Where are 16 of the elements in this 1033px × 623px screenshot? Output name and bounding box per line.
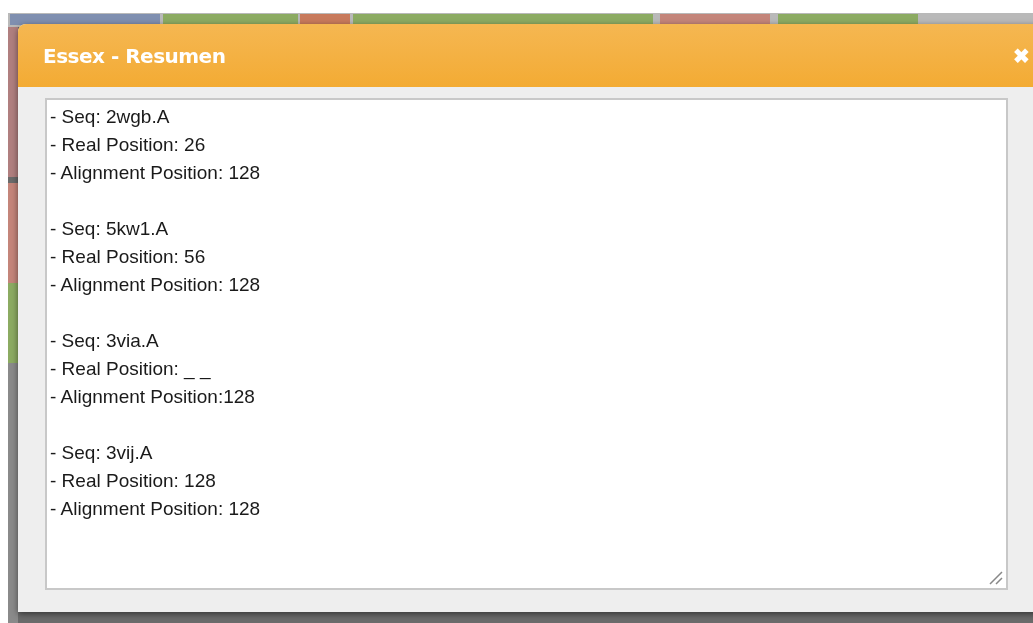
resize-grip-icon [987, 569, 1003, 585]
text-line: - Real Position: _ _ [50, 357, 211, 382]
text-line: - Seq: 3via.A [50, 329, 159, 353]
close-button[interactable]: ✖ [1013, 45, 1030, 66]
text-line: - Seq: 3vij.A [50, 441, 153, 465]
dialog-title: Essex - Resumen [43, 42, 226, 70]
text-line: - Seq: 2wgb.A [50, 105, 170, 129]
text-line: - Alignment Position: 128 [50, 497, 261, 521]
text-line: - Alignment Position: 128 [50, 273, 261, 297]
text-line: - Alignment Position: 128 [50, 161, 261, 185]
text-area[interactable] [45, 98, 1008, 590]
text-line: - Real Position: 128 [50, 469, 216, 493]
text-line: - Seq: 5kw1.A [50, 217, 169, 241]
text-line: - Real Position: 56 [50, 245, 206, 269]
text-line: - Real Position: 26 [50, 133, 206, 157]
text-line: - Alignment Position:128 [50, 385, 255, 409]
